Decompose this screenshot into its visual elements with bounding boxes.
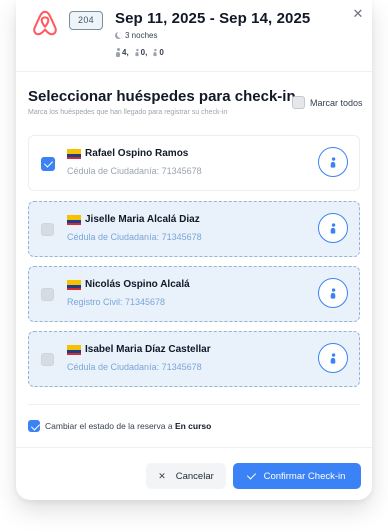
check-icon: [246, 469, 256, 480]
status-change-label: Cambiar el estado de la reserva a En cur…: [45, 421, 211, 431]
guest-checkbox[interactable]: [41, 353, 54, 366]
children-count: 0,: [134, 48, 148, 57]
cancel-icon: ✕: [158, 470, 166, 481]
guest-name: Nicolás Ospino Alcalá: [85, 279, 190, 290]
status-change-checkbox[interactable]: [28, 420, 40, 432]
guest-checkbox[interactable]: [41, 288, 54, 301]
person-icon: [330, 156, 337, 167]
guest-name: Isabel Maria Díaz Castellar: [85, 344, 211, 355]
cancel-label: Cancelar: [175, 470, 214, 482]
guest-profile-button[interactable]: [318, 278, 348, 308]
guest-card[interactable]: Jiselle Maria Alcalá Diaz Cédula de Ciud…: [28, 201, 360, 257]
guest-document: Cédula de Ciudadanía: 71345678: [67, 232, 202, 242]
adults-count-value: 4,: [122, 48, 129, 57]
colombia-flag-icon: [67, 149, 81, 159]
select-all-toggle[interactable]: Marcar todos: [292, 96, 363, 109]
infant-icon: [153, 48, 158, 56]
modal-header: 204 Sep 11, 2025 - Sep 14, 2025 3 noches…: [16, 0, 372, 72]
modal-actions: ✕ Cancelar Confirmar Check-in: [16, 447, 372, 489]
guest-profile-button[interactable]: [318, 147, 348, 177]
guest-name: Jiselle Maria Alcalá Diaz: [85, 214, 200, 225]
status-change-toggle[interactable]: Cambiar el estado de la reserva a En cur…: [28, 404, 360, 432]
person-icon: [330, 352, 337, 363]
children-count-value: 0,: [140, 48, 148, 57]
colombia-flag-icon: [67, 215, 81, 225]
guest-card[interactable]: Rafael Ospino Ramos Cédula de Ciudadanía…: [28, 135, 360, 191]
child-icon: [134, 48, 139, 56]
guest-document: Cédula de Ciudadanía: 71345678: [67, 362, 202, 372]
date-range: Sep 11, 2025 - Sep 14, 2025: [115, 10, 311, 27]
confirm-checkin-button[interactable]: Confirmar Check-in: [233, 463, 361, 489]
guest-counts: 4, 0, 0: [115, 48, 167, 57]
adults-count: 4,: [115, 48, 129, 57]
reservation-code-badge: 204: [69, 11, 103, 30]
guest-card[interactable]: Nicolás Ospino Alcalá Registro Civil: 71…: [28, 266, 360, 322]
guest-document: Registro Civil: 71345678: [67, 297, 166, 307]
airbnb-logo: [33, 10, 57, 36]
select-all-checkbox[interactable]: [292, 96, 305, 109]
nights-info: 3 noches: [115, 31, 157, 40]
select-all-label: Marcar todos: [310, 97, 363, 108]
person-icon: [330, 222, 337, 233]
infants-count-value: 0: [159, 48, 164, 57]
guest-checkbox[interactable]: [41, 223, 54, 236]
person-icon: [330, 287, 337, 298]
checkin-modal: 204 Sep 11, 2025 - Sep 14, 2025 3 noches…: [16, 0, 372, 500]
section-subtitle: Marca los huéspedes que han llegado para…: [28, 109, 228, 116]
confirm-label: Confirmar Check-in: [263, 470, 346, 482]
adult-icon: [115, 48, 121, 57]
section-title: Seleccionar huéspedes para check-in: [28, 88, 296, 105]
guest-name: Rafael Ospino Ramos: [85, 148, 189, 159]
guest-document: Cédula de Ciudadanía: 71345678: [67, 166, 202, 176]
colombia-flag-icon: [67, 280, 81, 290]
status-label-state: En curso: [174, 421, 212, 431]
cancel-button[interactable]: ✕ Cancelar: [146, 463, 226, 489]
nights-label: 3 noches: [125, 31, 158, 40]
guest-profile-button[interactable]: [318, 343, 348, 373]
guest-profile-button[interactable]: [318, 213, 348, 243]
guest-checkbox[interactable]: [41, 157, 55, 171]
moon-icon: [115, 32, 122, 39]
guest-card[interactable]: Isabel Maria Díaz Castellar Cédula de Ci…: [28, 331, 360, 387]
status-label-prefix: Cambiar el estado de la reserva a: [45, 421, 173, 431]
infants-count: 0: [152, 48, 164, 57]
colombia-flag-icon: [67, 345, 81, 355]
close-icon[interactable]: ✕: [352, 7, 364, 20]
